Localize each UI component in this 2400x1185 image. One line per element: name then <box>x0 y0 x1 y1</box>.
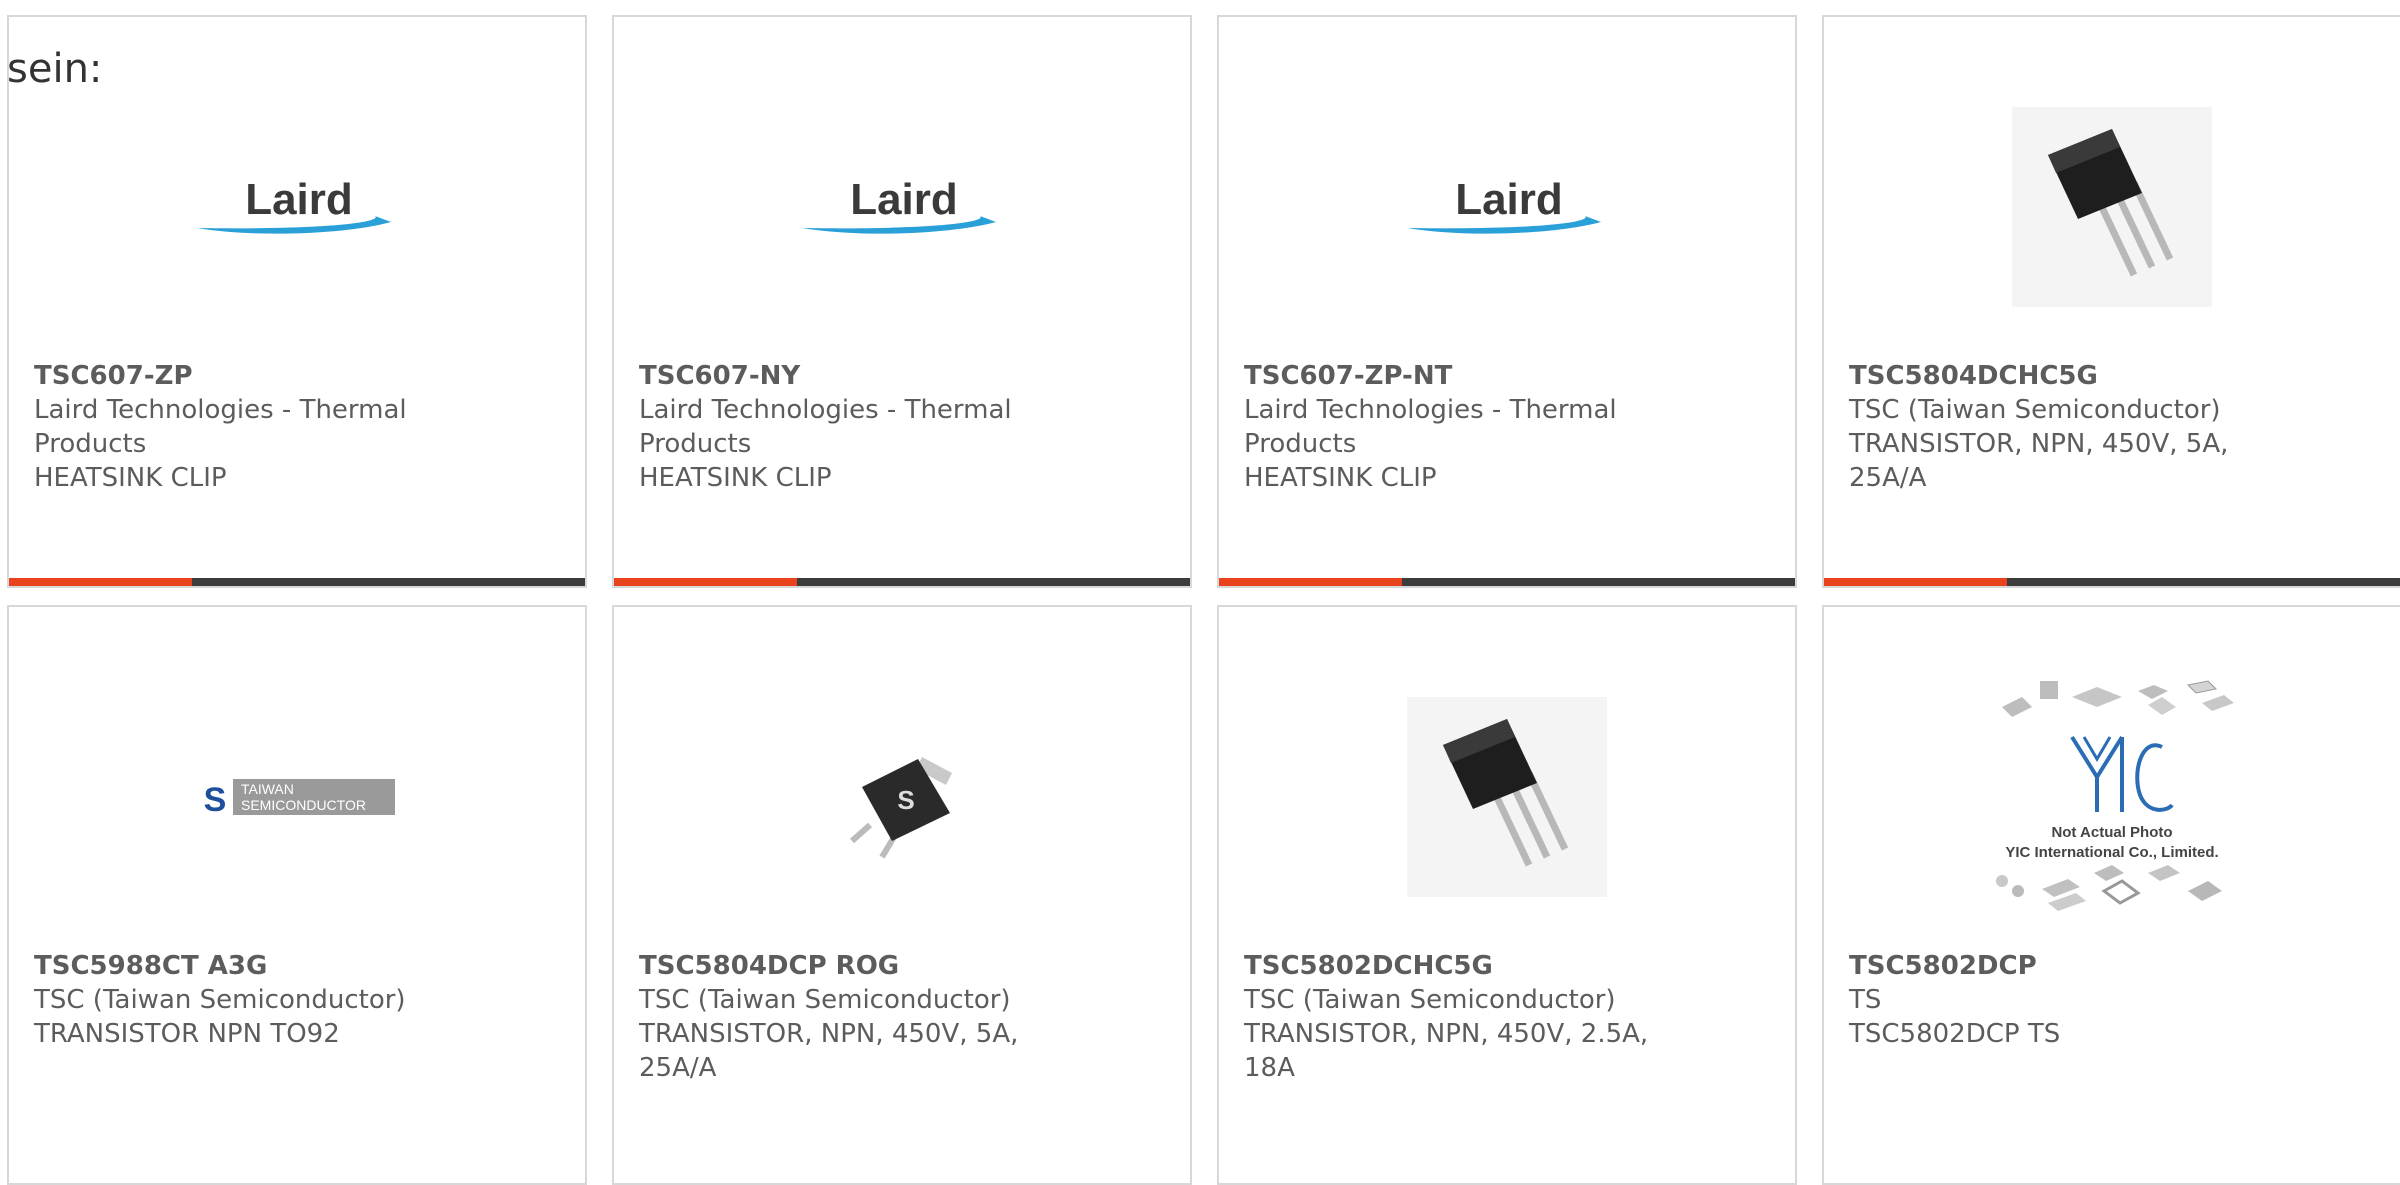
manufacturer: TS <box>1849 985 1882 1015</box>
placeholder-line-2: YIC International Co., Limited. <box>2005 844 2218 861</box>
placeholder-line-1: Not Actual Photo <box>2051 824 2172 841</box>
yic-placeholder: Not Actual Photo YIC International Co., … <box>1996 680 2234 911</box>
description: TRANSISTOR, NPN, 450V, 5A, 25A/A <box>639 1019 1019 1083</box>
product-image[interactable] <box>1219 647 1795 947</box>
part-number[interactable]: TSC5804DCP ROG <box>639 949 1089 983</box>
product-grid: Laird TSC607-ZP Laird Technologies - The… <box>7 15 2400 1185</box>
dpak-transistor-photo: S <box>850 757 952 859</box>
part-number[interactable]: TSC5802DCHC5G <box>1244 949 1694 983</box>
product-image[interactable]: Not Actual Photo YIC International Co., … <box>1824 647 2400 947</box>
to251-transistor-photo <box>2012 107 2212 307</box>
product-info: TSC607-NY Laird Technologies - Thermal P… <box>639 359 1089 495</box>
product-card[interactable]: Laird TSC607-ZP Laird Technologies - The… <box>7 15 587 588</box>
description: HEATSINK CLIP <box>639 463 832 493</box>
manufacturer: TSC (Taiwan Semiconductor) <box>1849 395 2221 425</box>
part-number[interactable]: TSC607-NY <box>639 359 1089 393</box>
svg-text:S: S <box>204 781 227 819</box>
part-number[interactable]: TSC5804DCHC5G <box>1849 359 2299 393</box>
product-card[interactable]: Laird TSC607-NY Laird Technologies - The… <box>612 15 1192 588</box>
product-card[interactable]: TSC5804DCHC5G TSC (Taiwan Semiconductor)… <box>1822 15 2400 588</box>
description: TRANSISTOR, NPN, 450V, 2.5A, 18A <box>1244 1019 1649 1083</box>
product-info: TSC607-ZP-NT Laird Technologies - Therma… <box>1244 359 1694 495</box>
card-bar <box>614 578 1190 586</box>
to251-transistor-photo <box>1407 697 1607 897</box>
intro-text: sein: <box>7 46 103 92</box>
description: TSC5802DCP TS <box>1849 1019 2061 1049</box>
manufacturer: TSC (Taiwan Semiconductor) <box>1244 985 1616 1015</box>
taiwan-semiconductor-logo: S TAIWAN SEMICONDUCTOR <box>197 779 395 819</box>
laird-logo: Laird <box>197 175 391 234</box>
manufacturer: Laird Technologies - Thermal Products <box>1244 395 1617 459</box>
part-number[interactable]: TSC607-ZP-NT <box>1244 359 1694 393</box>
part-number[interactable]: TSC607-ZP <box>34 359 484 393</box>
logo-line-2: SEMICONDUCTOR <box>241 797 366 813</box>
product-image[interactable]: S <box>614 647 1190 947</box>
product-card[interactable]: Not Actual Photo YIC International Co., … <box>1822 605 2400 1185</box>
laird-logo-text: Laird <box>1455 175 1563 224</box>
card-bar <box>1219 578 1795 586</box>
laird-logo: Laird <box>802 175 996 234</box>
product-info: TSC5802DCP TS TSC5802DCP TS <box>1849 949 2299 1051</box>
product-card[interactable]: TSC5802DCHC5G TSC (Taiwan Semiconductor)… <box>1217 605 1797 1185</box>
description: HEATSINK CLIP <box>34 463 227 493</box>
manufacturer: TSC (Taiwan Semiconductor) <box>639 985 1011 1015</box>
description: HEATSINK CLIP <box>1244 463 1437 493</box>
logo-line-1: TAIWAN <box>241 781 294 797</box>
product-image[interactable]: Laird <box>9 57 585 357</box>
laird-logo-text: Laird <box>850 175 958 224</box>
product-info: TSC5988CT A3G TSC (Taiwan Semiconductor)… <box>34 949 484 1051</box>
manufacturer: Laird Technologies - Thermal Products <box>34 395 407 459</box>
laird-logo: Laird <box>1407 175 1601 234</box>
card-bar <box>1824 578 2400 586</box>
description: TRANSISTOR NPN TO92 <box>34 1019 340 1049</box>
product-info: TSC607-ZP Laird Technologies - Thermal P… <box>34 359 484 495</box>
manufacturer: TSC (Taiwan Semiconductor) <box>34 985 406 1015</box>
product-image[interactable]: Laird <box>1219 57 1795 357</box>
part-number[interactable]: TSC5988CT A3G <box>34 949 484 983</box>
laird-logo-text: Laird <box>245 175 353 224</box>
product-image[interactable] <box>1824 57 2400 357</box>
product-info: TSC5804DCP ROG TSC (Taiwan Semiconductor… <box>639 949 1089 1085</box>
part-number[interactable]: TSC5802DCP <box>1849 949 2299 983</box>
product-card[interactable]: Laird TSC607-ZP-NT Laird Technologies - … <box>1217 15 1797 588</box>
card-bar <box>9 578 585 586</box>
svg-text:S: S <box>897 785 914 815</box>
product-info: TSC5802DCHC5G TSC (Taiwan Semiconductor)… <box>1244 949 1694 1085</box>
product-image[interactable]: Laird <box>614 57 1190 357</box>
manufacturer: Laird Technologies - Thermal Products <box>639 395 1012 459</box>
product-card[interactable]: S TAIWAN SEMICONDUCTOR TSC5988CT A3G TSC… <box>7 605 587 1185</box>
product-card[interactable]: S TSC5804DCP ROG TSC (Taiwan Semiconduct… <box>612 605 1192 1185</box>
product-info: TSC5804DCHC5G TSC (Taiwan Semiconductor)… <box>1849 359 2299 495</box>
description: TRANSISTOR, NPN, 450V, 5A, 25A/A <box>1849 429 2229 493</box>
product-image[interactable]: S TAIWAN SEMICONDUCTOR <box>9 647 585 947</box>
